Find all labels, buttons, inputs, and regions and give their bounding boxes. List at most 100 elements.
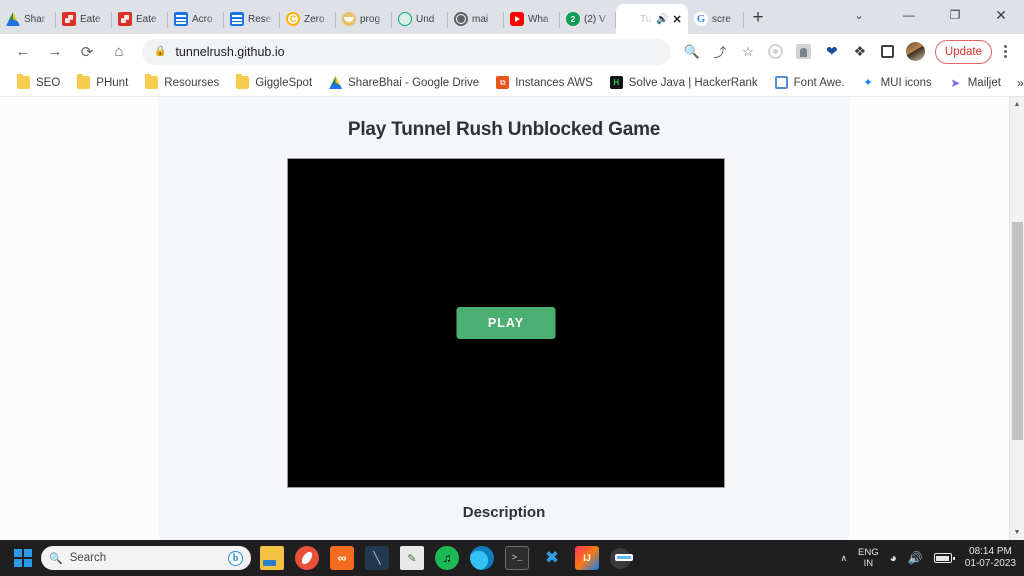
address-bar[interactable]: 🔒 tunnelrush.github.io	[142, 38, 671, 65]
google-drive-icon	[6, 12, 20, 26]
taskbar-app-blue-tool[interactable]: ╲	[365, 546, 389, 570]
bookmark-label: Instances AWS	[515, 76, 593, 89]
red-doc-icon	[118, 12, 132, 26]
wifi-icon[interactable]: ◕	[890, 551, 897, 565]
page-viewport: Play Tunnel Rush Unblocked Game PLAY Des…	[0, 97, 1024, 540]
globe-icon	[454, 12, 468, 26]
tab-mute-icon[interactable]: 🔊	[656, 14, 668, 25]
bookmark-item[interactable]: ✦ MUI icons	[855, 73, 939, 92]
bookmarks-overflow-icon[interactable]: »	[1011, 76, 1024, 90]
reload-icon[interactable]: ⟳	[72, 37, 102, 67]
react-devtools-icon[interactable]	[763, 39, 789, 65]
taskbar-app-vs-code[interactable]: ✖	[540, 546, 564, 570]
bing-chat-icon[interactable]: b	[228, 550, 243, 566]
browser-tab[interactable]: C Zero	[280, 4, 336, 34]
tab-label: Wha	[528, 13, 549, 25]
browser-tab[interactable]: Eate	[112, 4, 168, 34]
bookmark-item[interactable]: GiggleSpot	[229, 73, 319, 92]
tab-label: mai	[472, 13, 489, 25]
taskbar-app-spotify[interactable]: ♫	[435, 546, 459, 570]
youtube-icon	[510, 12, 524, 26]
start-button[interactable]	[14, 549, 32, 567]
scroll-down-arrow[interactable]: ▼	[1010, 525, 1024, 540]
share-icon[interactable]: ⤴	[707, 39, 733, 65]
tab-label: Eate	[80, 13, 101, 25]
scroll-up-arrow[interactable]: ▲	[1010, 97, 1024, 112]
browser-tab[interactable]: Wha	[504, 4, 560, 34]
folder-icon	[77, 74, 91, 89]
folder-icon	[145, 74, 159, 89]
clock-time: 08:14 PM	[969, 546, 1012, 557]
red-doc-icon	[62, 12, 76, 26]
tray-expand-icon[interactable]: ∧	[840, 553, 847, 564]
tab-strip: Shar Eate Eate Acro Rese C Zero prog Und mai Wha 2 (…	[0, 0, 1024, 34]
forward-icon[interactable]: →	[40, 37, 70, 67]
browser-tab[interactable]: 2 (2) V	[560, 4, 616, 34]
browser-tab[interactable]: Tu 🔊 ✕	[616, 4, 688, 34]
side-panel-icon[interactable]	[875, 39, 901, 65]
system-tray: ∧ ENG IN ◕ 🔊 08:14 PM 01-07-2023	[840, 546, 1016, 570]
bookmark-item[interactable]: H Solve Java | HackerRank	[603, 73, 765, 92]
minimize-button[interactable]: —	[886, 0, 932, 30]
tab-search-button[interactable]: ⌄	[832, 0, 886, 30]
taskbar-app-intellij-idea[interactable]: IJ	[575, 546, 599, 570]
bookmark-item[interactable]: ShareBhai - Google Drive	[322, 73, 486, 92]
clock[interactable]: 08:14 PM 01-07-2023	[963, 546, 1016, 570]
play-button[interactable]: PLAY	[456, 307, 556, 339]
bookmarks-bar: SEO PHunt Resourses GiggleSpot ShareBhai - G…	[0, 69, 1024, 97]
scrollbar-thumb[interactable]	[1012, 222, 1023, 440]
taskbar-search-input[interactable]: 🔍 Search b	[41, 546, 251, 570]
taskbar-app-xampp[interactable]: ∞	[330, 546, 354, 570]
tab-label: Zero	[304, 13, 325, 25]
browser-tab[interactable]: Rese	[224, 4, 280, 34]
tab-label: Eate	[136, 13, 157, 25]
update-button[interactable]: Update	[934, 39, 992, 64]
close-window-button[interactable]: ✕	[978, 0, 1024, 30]
back-icon[interactable]: ←	[8, 37, 38, 67]
page-content-column: Play Tunnel Rush Unblocked Game PLAY Des…	[159, 97, 849, 540]
bookmark-item[interactable]: ⧉ Instances AWS	[489, 73, 600, 92]
browser-tab[interactable]: Acro	[168, 4, 224, 34]
taskbar-app-terminal[interactable]: >_	[505, 546, 529, 570]
search-icon[interactable]: 🔍	[679, 39, 705, 65]
volume-icon[interactable]: 🔊	[908, 551, 923, 565]
browser-tab[interactable]: Shar	[0, 4, 56, 34]
battery-icon[interactable]	[933, 553, 955, 563]
browser-tab[interactable]: mai	[448, 4, 504, 34]
url-text: tunnelrush.github.io	[175, 44, 285, 59]
zerogpt-icon: C	[286, 12, 300, 26]
folder-icon	[236, 74, 250, 89]
bookmark-item[interactable]: Font Awe.	[768, 73, 852, 92]
browser-tab[interactable]: Und	[392, 4, 448, 34]
avatar[interactable]	[903, 39, 929, 65]
home-icon[interactable]: ⌂	[104, 37, 134, 67]
taskbar-app-microsoft-edge[interactable]	[470, 546, 494, 570]
new-tab-button[interactable]: +	[744, 4, 772, 32]
image-extension-icon[interactable]	[791, 39, 817, 65]
game-canvas[interactable]: PLAY	[287, 158, 725, 488]
language-indicator[interactable]: ENG IN	[858, 547, 879, 569]
bookmark-label: Resourses	[164, 76, 220, 89]
browser-tab[interactable]: prog	[336, 4, 392, 34]
chrome-menu-icon[interactable]	[994, 45, 1016, 58]
bookmark-item[interactable]: Resourses	[138, 73, 226, 92]
bookmark-label: MUI icons	[880, 76, 932, 89]
search-icon: 🔍	[49, 552, 63, 565]
taskbar-app-google-chrome[interactable]	[610, 547, 633, 569]
page-scrollbar[interactable]: ▲ ▼	[1009, 97, 1024, 540]
bookmark-item[interactable]: PHunt	[70, 73, 135, 92]
tab-close-icon[interactable]: ✕	[672, 13, 682, 26]
bookmark-star-icon[interactable]: ☆	[735, 39, 761, 65]
taskbar-app-file-explorer[interactable]	[260, 546, 284, 570]
extensions-puzzle-icon[interactable]: ❖	[847, 39, 873, 65]
heart-search-extension-icon[interactable]: ❤	[819, 39, 845, 65]
taskbar-app-paint[interactable]: ✎	[400, 546, 424, 570]
bookmark-item[interactable]: SEO	[10, 73, 67, 92]
browser-tab[interactable]: Eate	[56, 4, 112, 34]
bookmark-item[interactable]: ➤ Mailjet	[942, 73, 1008, 92]
region-code: IN	[863, 558, 874, 569]
taskbar-app-opera[interactable]	[295, 546, 319, 570]
taskbar-app-list: ∞ ╲ ✎ ♫ >_ ✖ IJ	[260, 546, 633, 570]
browser-tab[interactable]: Gscre	[688, 4, 744, 34]
maximize-button[interactable]: ❐	[932, 0, 978, 30]
